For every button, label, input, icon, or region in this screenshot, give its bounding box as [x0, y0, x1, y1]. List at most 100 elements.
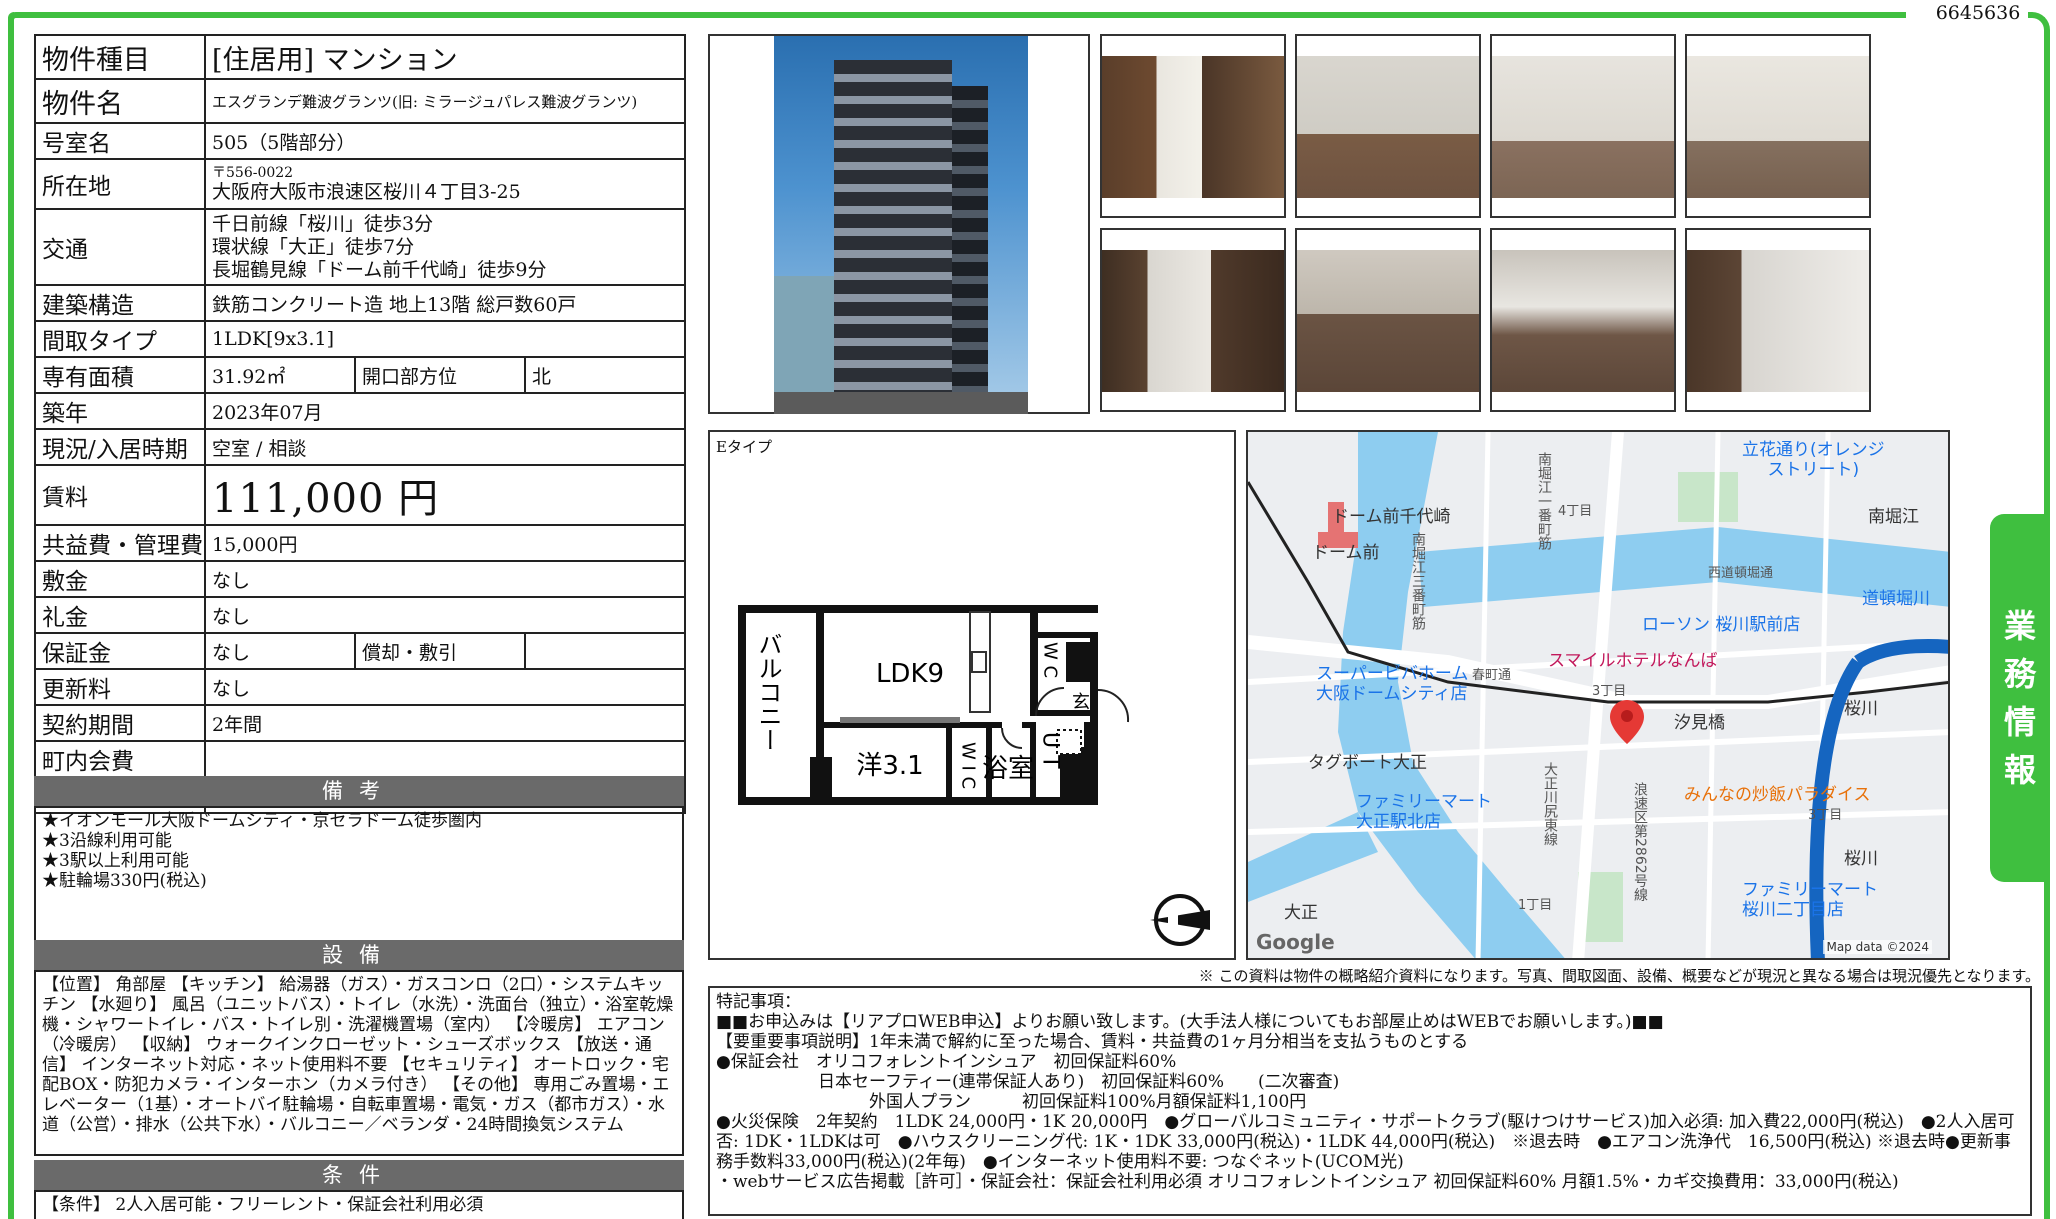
spec-row-type: 物件種目 [住居用] マンション: [34, 34, 687, 80]
layout-label: 間取タイプ: [34, 320, 206, 358]
remarks-line: 特記事項：: [716, 992, 801, 1012]
fee-label: 共益費・管理費: [34, 524, 206, 562]
built-label: 築年: [34, 392, 206, 430]
document-id: 6645636: [1928, 0, 2028, 26]
spec-row-rent: 賃料 111,000 円: [34, 464, 687, 526]
wic-label: W I C: [958, 742, 979, 789]
map-label-sakuragawa: 桜川: [1844, 849, 1878, 869]
opening-value: 北: [523, 356, 687, 394]
map-label-sakuragawa-station: 桜川: [1844, 699, 1878, 719]
balcony-label: バルコニー: [754, 632, 782, 752]
map-label-tachibana: 立花通り(オレンジ ストリート): [1742, 440, 1885, 480]
building-photo[interactable]: [774, 36, 1028, 414]
map-label-nishi-dotonbori: 西道頓堀通: [1708, 566, 1774, 581]
spec-row-layout: 間取タイプ 1LDK[9x3.1]: [34, 320, 687, 358]
transport-line: 長堀鶴見線「ドーム前千代崎」徒歩9分: [212, 258, 547, 281]
building-photo-frame: [708, 34, 1090, 414]
bath-label: 浴室: [982, 754, 1034, 784]
spec-row-status: 現況/入居時期 空室 / 相談: [34, 428, 687, 466]
conditions-box: 【条件】 2人入居可能・フリーレント・保証会社利用必須: [34, 1190, 684, 1219]
rent-value: 111,000 円: [203, 464, 687, 526]
neighbor-building: [774, 276, 838, 400]
room-label: 号室名: [34, 122, 206, 160]
spec-row-area: 専有面積 31.92㎡ 開口部方位 北: [34, 356, 687, 394]
street: [774, 392, 1028, 414]
map-label-taisho: 大正: [1284, 903, 1318, 923]
room-photo-thumb[interactable]: [1295, 228, 1481, 412]
spec-row-key-money: 礼金 なし: [34, 596, 687, 634]
layout-value: 1LDK[9x3.1]: [203, 320, 687, 358]
address-value: 大阪府大阪市浪速区桜川４丁目3-25: [212, 180, 521, 203]
type-value: [住居用] マンション: [203, 34, 687, 80]
remarks-line: 外国人プラン 初回保証料100%月額保証料1,100円: [716, 1092, 1307, 1112]
room-value: 505（5階部分）: [203, 122, 687, 160]
map-label-family-mart-sakura: ファミリーマート 桜川二丁目店: [1742, 880, 1878, 920]
floor-plan-drawing: LDK9 バルコニー 洋3.1 W I C 浴室 U T W C 玄: [738, 605, 1210, 946]
room-photo-thumb[interactable]: [1100, 228, 1286, 412]
map-label-dotonbori-river: 道頓堀川: [1862, 589, 1930, 609]
room-photo-thumb[interactable]: [1685, 34, 1871, 218]
spec-row-deposit: 敷金 なし: [34, 560, 687, 598]
map-label-dome-mae: ドーム前: [1312, 543, 1380, 563]
map-label-lawson: ローソン 桜川駅前店: [1642, 615, 1801, 635]
map-label-family-mart-taisho: ファミリーマート 大正駅北店: [1356, 792, 1492, 832]
room-photo-thumb[interactable]: [1490, 228, 1676, 412]
living-room-photo: [1297, 56, 1479, 198]
map-attribution: Map data ©2024: [1823, 940, 1932, 954]
opening-label: 開口部方位: [354, 356, 526, 394]
remarks-line: ●保証会社 オリコフォレントインシュア 初回保証料60%: [716, 1052, 1177, 1072]
side-tab-char: 務: [2003, 655, 2036, 693]
notes-header: 備考: [34, 776, 684, 806]
spec-row-contract: 契約期間 2年間: [34, 704, 687, 742]
spec-row-address: 所在地 〒556-0022 大阪府大阪市浪速区桜川４丁目3-25: [34, 158, 687, 210]
structure-value: 鉄筋コンクリート造 地上13階 総戸数60戸: [203, 284, 687, 322]
key-money-label: 礼金: [34, 596, 206, 634]
conditions-text: 【条件】 2人入居可能・フリーレント・保証会社利用必須: [42, 1195, 484, 1215]
spec-row-transport: 交通 千日前線「桜川」徒歩3分 環状線「大正」徒歩7分 長堀鶴見線「ドーム前千代…: [34, 208, 687, 286]
bedroom-photo: [1687, 56, 1869, 198]
name-value: エスグランデ難波グランツ(旧: ミラージュパレス難波グランツ): [203, 78, 687, 124]
transport-line: 千日前線「桜川」徒歩3分: [212, 212, 434, 235]
map-label-dome-chiyozaki: ドーム前千代崎: [1332, 507, 1451, 527]
map-label-minami-horie: 南堀江: [1868, 507, 1919, 527]
wc-label: W C: [1040, 642, 1061, 678]
renewal-value: なし: [203, 668, 687, 706]
western-room-label: 洋3.1: [856, 751, 923, 781]
map-label-smile-hotel: スマイルホテルなんば: [1548, 651, 1718, 671]
kitchen-photo: [1297, 250, 1479, 392]
hallway-photo: [1102, 56, 1284, 198]
room-photo-thumb[interactable]: [1685, 228, 1871, 412]
remarks-line: ・webサービス広告掲載［許可］・保証会社：保証会社利用必須 オリコフォレントイ…: [716, 1172, 1899, 1192]
toilet-photo: [1687, 250, 1869, 392]
disclaimer-notice: ※ この資料は物件の概略紹介資料になります。写真、間取図面、設備、概要などが現況…: [1198, 967, 2040, 985]
floor-plan: Eタイプ LDK9 バルコニー 洋3.1 W I C 浴室 U T W C 玄: [708, 430, 1236, 960]
map-label-minami-horie-ichi: 南堀江一番町筋: [1536, 452, 1552, 550]
location-pin-icon[interactable]: [1610, 700, 1644, 744]
ldk-label: LDK9: [876, 659, 944, 689]
type-label: 物件種目: [34, 34, 206, 80]
google-logo: Google: [1256, 930, 1335, 954]
location-map[interactable]: ドーム前千代崎 ドーム前 立花通り(オレンジ ストリート) 南堀江 4丁目 西道…: [1246, 430, 1950, 960]
fee-value: 15,000円: [203, 524, 687, 562]
business-info-tab[interactable]: 業 務 情 報: [1990, 514, 2050, 882]
map-label-naniwa-route: 浪速区第2862号線: [1632, 782, 1648, 902]
facilities-header: 設備: [34, 940, 684, 970]
room-photo-thumb[interactable]: [1100, 34, 1286, 218]
notes-line: ★3沿線利用可能: [42, 831, 172, 851]
map-label-shiomibashi: 汐見橋: [1674, 713, 1725, 733]
status-label: 現況/入居時期: [34, 428, 206, 466]
map-label-tugboat: タグボート大正: [1308, 753, 1427, 773]
side-tab-char: 報: [2003, 751, 2036, 789]
frame-border: [8, 12, 1906, 20]
facilities-text: 【位置】 角部屋 【キッチン】 給湯器（ガス）・ガスコンロ（2口）・システムキッ…: [42, 975, 674, 1135]
room-photo-thumb[interactable]: [1295, 34, 1481, 218]
remarks-line: ●火災保険 2年契約 1LDK 24,000円・1K 20,000円 ●グローバ…: [716, 1112, 2015, 1172]
room-photo-thumb[interactable]: [1490, 34, 1676, 218]
amort-label: 償却・敷引: [354, 632, 526, 670]
map-label-minami-horie-san: 南堀江三番町筋: [1410, 532, 1426, 630]
remarks-line: 日本セーフティー(連帯保証人あり) 初回保証料60% (二次審査): [716, 1072, 1340, 1092]
area-label: 専有面積: [34, 356, 206, 394]
deposit-value: なし: [203, 560, 687, 598]
community-label: 町内会費: [34, 740, 206, 778]
frame-border-left: [8, 12, 14, 1219]
